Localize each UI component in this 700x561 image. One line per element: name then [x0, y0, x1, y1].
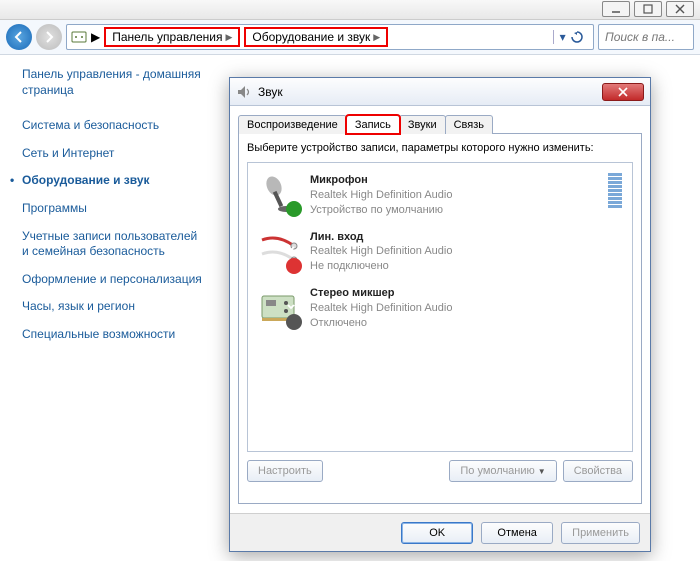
device-subtitle: Realtek High Definition Audio [310, 244, 622, 259]
sidebar: Панель управления - домашняя страница Си… [0, 55, 220, 561]
sidebar-item-user-accounts[interactable]: Учетные записи пользователей и семейная … [22, 223, 206, 266]
sidebar-item-clock-language-region[interactable]: Часы, язык и регион [22, 293, 206, 321]
sidebar-item-network-internet[interactable]: Сеть и Интернет [22, 140, 206, 168]
disabled-badge-icon [286, 314, 302, 330]
back-button[interactable] [6, 24, 32, 50]
address-bar-row: ▶ Панель управления▶ Оборудование и звук… [0, 20, 700, 54]
window-titlebar [0, 0, 700, 20]
error-badge-icon [286, 258, 302, 274]
dialog-footer: OK Отмена Применить [230, 513, 650, 551]
device-row-line-in[interactable]: Лин. вход Realtek High Definition Audio … [248, 224, 632, 281]
dialog-tabs: Воспроизведение Запись Звуки Связь [238, 110, 642, 134]
chevron-right-icon: ▶ [91, 30, 100, 44]
dialog-titlebar[interactable]: Звук [230, 78, 650, 106]
ok-button[interactable]: OK [401, 522, 473, 544]
speaker-icon [236, 84, 252, 100]
device-name: Лин. вход [310, 230, 622, 245]
line-in-icon [258, 230, 300, 272]
check-badge-icon [286, 201, 302, 217]
refresh-dropdown[interactable]: ▾ [553, 30, 589, 44]
microphone-icon [258, 173, 300, 215]
device-row-microphone[interactable]: Микрофон Realtek High Definition Audio У… [248, 167, 632, 224]
tab-recording[interactable]: Запись [346, 115, 400, 134]
breadcrumb-control-panel[interactable]: Панель управления▶ [104, 27, 240, 47]
level-meter [608, 173, 622, 208]
control-panel-icon [71, 29, 87, 45]
sound-dialog: Звук Воспроизведение Запись Звуки Связь … [229, 77, 651, 552]
dialog-close-button[interactable] [602, 83, 644, 101]
tab-playback[interactable]: Воспроизведение [238, 115, 347, 134]
instruction-text: Выберите устройство записи, параметры ко… [247, 142, 633, 154]
properties-button[interactable]: Свойства [563, 460, 633, 482]
breadcrumb-bar[interactable]: ▶ Панель управления▶ Оборудование и звук… [66, 24, 594, 50]
chevron-down-icon: ▼ [538, 467, 546, 476]
device-row-stereo-mix[interactable]: Стерео микшер Realtek High Definition Au… [248, 280, 632, 337]
device-name: Стерео микшер [310, 286, 622, 301]
device-status: Не подключено [310, 259, 622, 274]
dialog-title: Звук [258, 85, 283, 99]
cancel-button[interactable]: Отмена [481, 522, 553, 544]
configure-button[interactable]: Настроить [247, 460, 323, 482]
device-subtitle: Realtek High Definition Audio [310, 188, 598, 203]
sidebar-item-programs[interactable]: Программы [22, 195, 206, 223]
tab-communications[interactable]: Связь [445, 115, 493, 134]
close-window-button[interactable] [666, 1, 694, 17]
sidebar-item-appearance[interactable]: Оформление и персонализация [22, 266, 206, 294]
device-list[interactable]: Микрофон Realtek High Definition Audio У… [247, 162, 633, 452]
device-status: Устройство по умолчанию [310, 203, 598, 218]
sidebar-item-ease-of-access[interactable]: Специальные возможности [22, 321, 206, 349]
set-default-button[interactable]: По умолчанию▼ [449, 460, 556, 482]
sound-card-icon [258, 286, 300, 328]
device-status: Отключено [310, 316, 622, 331]
maximize-button[interactable] [634, 1, 662, 17]
apply-button[interactable]: Применить [561, 522, 640, 544]
sidebar-item-hardware-sound[interactable]: Оборудование и звук [22, 167, 206, 195]
tab-sounds[interactable]: Звуки [399, 115, 446, 134]
search-input[interactable]: Поиск в па... [598, 24, 694, 50]
sidebar-item-system-security[interactable]: Система и безопасность [22, 112, 206, 140]
breadcrumb-hardware-sound[interactable]: Оборудование и звук▶ [244, 27, 388, 47]
minimize-button[interactable] [602, 1, 630, 17]
device-name: Микрофон [310, 173, 598, 188]
sidebar-home-link[interactable]: Панель управления - домашняя страница [22, 67, 206, 98]
device-subtitle: Realtek High Definition Audio [310, 301, 622, 316]
forward-button[interactable] [36, 24, 62, 50]
